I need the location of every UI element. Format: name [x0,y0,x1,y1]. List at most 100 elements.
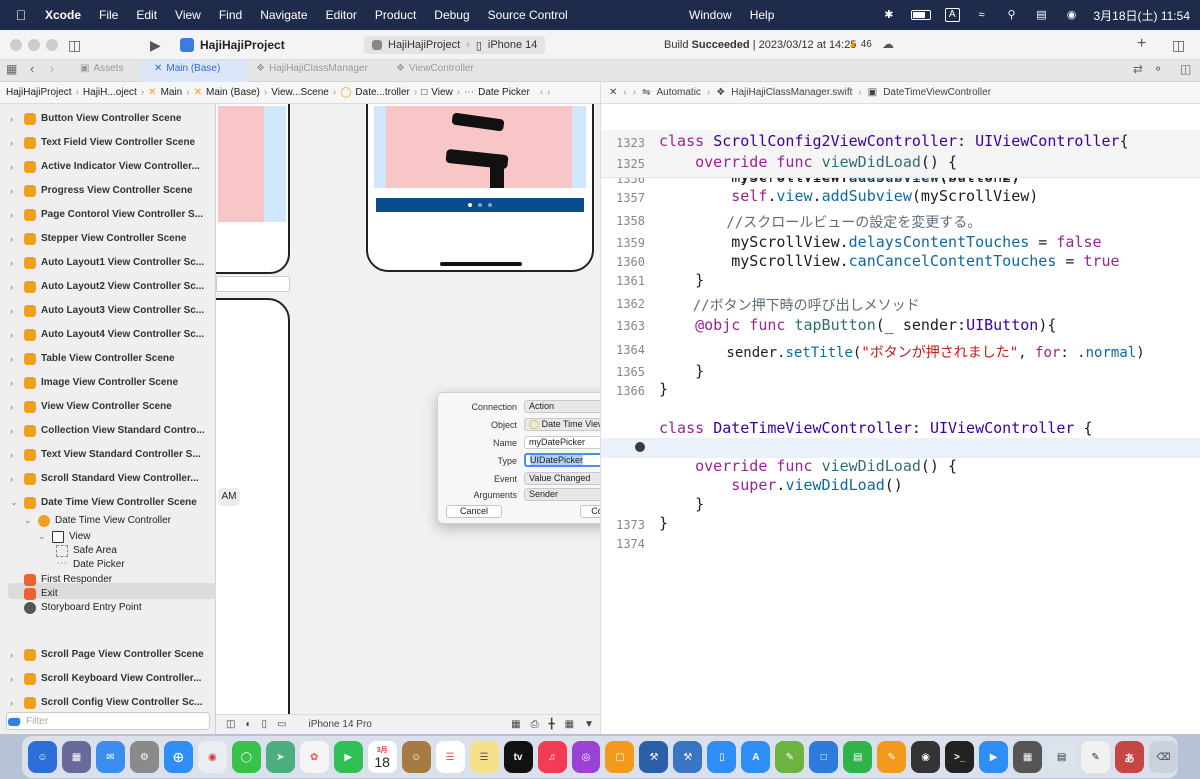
add-library-icon[interactable]: + [1137,35,1146,53]
disclosure-chevron-icon[interactable]: › [10,354,20,364]
breadcrumb-item[interactable]: Main [161,87,183,98]
scheme-selector[interactable]: HajiHajiProject › ▯ iPhone 14 [364,36,546,54]
launchpad-icon[interactable]: ▦ [61,741,91,773]
breadcrumb-item[interactable]: Date...troller [355,87,409,98]
disclosure-chevron-icon[interactable]: › [10,674,20,684]
breadcrumb-item[interactable]: View...Scene [271,87,329,98]
outline-scene-row[interactable]: › Button View Controller Scene [0,107,216,130]
terminal-icon[interactable]: >_ [945,741,975,773]
outline-scene-row[interactable]: › Scroll Keyboard View Controller... [0,667,216,690]
outline-scene-row[interactable]: › View View Controller Scene [0,395,216,418]
mail-icon[interactable]: ✉ [95,741,125,773]
editor-app-icon[interactable]: ✎ [775,741,805,773]
sidebar-toggle-icon[interactable]: ◫ [68,37,81,54]
preview-icon[interactable]: ▤ [1047,741,1077,773]
resize-handle[interactable] [288,436,290,441]
connection-target-circle[interactable] [635,442,645,452]
finder-icon[interactable]: ☺ [28,741,57,773]
podcasts-icon[interactable]: ◎ [571,741,601,773]
outline-scene-row[interactable]: › Scroll Config View Controller Sc... [0,691,216,714]
page-dot[interactable] [488,203,492,207]
xcode-icon[interactable]: ⚒ [639,741,669,773]
outline-scene-row[interactable]: › Text View Standard Controller S... [0,443,216,466]
split-editor-icon[interactable]: ◫ [1180,62,1191,76]
simulator-icon[interactable]: ▯ [707,741,737,773]
date-picker-am[interactable]: AM [218,488,240,506]
menu-edit[interactable]: Edit [127,8,166,22]
breadcrumb-item[interactable]: HajiHajiProject [6,87,72,98]
scene-phone-left[interactable] [216,104,290,274]
menu-view[interactable]: View [166,8,210,22]
siri-icon[interactable]: ◉ [1064,9,1080,21]
menu-navigate[interactable]: Navigate [251,8,316,22]
cloud-icon[interactable]: ☁ [882,37,894,51]
warning-count[interactable]: ▲ 46 [848,39,872,50]
disclosure-expanded-icon[interactable]: ⌄ [10,497,20,508]
outline-scene-row[interactable]: › Progress View Controller Scene [0,179,216,202]
photos-icon[interactable]: ✿ [299,741,329,773]
outline-scene-row[interactable]: › Page Contorol View Controller S... [0,203,216,226]
outline-scene-row[interactable]: › Text Field View Controller Scene [0,131,216,154]
minimize-window-button[interactable] [28,39,40,51]
apple-tv-icon[interactable]: tv [503,741,533,773]
menu-debug[interactable]: Debug [425,8,478,22]
disclosure-chevron-icon[interactable]: › [10,282,20,292]
disclosure-chevron-icon[interactable]: › [10,234,20,244]
outline-entry-point-row[interactable]: Storyboard Entry Point [0,596,216,619]
bluetooth-icon[interactable]: ✱ [881,9,897,21]
tab-assets[interactable]: ▣ Assets [80,63,123,74]
editor-crumb-automatic[interactable]: Automatic [656,87,700,98]
contacts-icon[interactable]: ☺ [401,741,431,773]
disclosure-chevron-icon[interactable]: › [10,698,20,708]
zoom-fit-icon[interactable]: ▦ [511,719,520,730]
input-source-indicator[interactable]: A [944,8,960,22]
forward-icon[interactable]: › [50,61,54,76]
textedit-icon[interactable]: ✎ [1081,741,1110,773]
menu-source-control[interactable]: Source Control [479,8,577,22]
disclosure-chevron-icon[interactable]: › [10,402,20,412]
outline-scene-row[interactable]: › Scroll Page View Controller Scene [0,643,216,666]
disclosure-chevron-icon[interactable]: › [10,162,20,172]
disclosure-chevron-icon[interactable]: › [10,330,20,340]
canvas-text-field[interactable] [216,276,290,292]
device-config-label[interactable]: iPhone 14 Pro [308,719,371,730]
connect-button[interactable]: Connect [580,505,600,518]
document-outline-toggle-icon[interactable]: ◫ [226,719,235,730]
outline-scene-row[interactable]: › Auto Layout2 View Controller Sc... [0,275,216,298]
numbers-icon[interactable]: ▤ [843,741,873,773]
menu-editor[interactable]: Editor [317,8,366,22]
calculator-icon[interactable]: ▦ [1013,741,1043,773]
tab-main-base[interactable]: ✕ Main (Base) [154,63,220,74]
disclosure-chevron-icon[interactable]: › [10,210,20,220]
reminders-icon[interactable]: ☰ [435,741,465,773]
disclosure-chevron-icon[interactable]: › [10,650,20,660]
menu-product[interactable]: Product [366,8,425,22]
refresh-icon[interactable]: ⇄ [1133,62,1143,76]
grid-icon[interactable]: ▦ [6,62,17,76]
github-desktop-icon[interactable]: ◉ [911,741,941,773]
object-select[interactable]: ◯ Date Time View C...⇵ [524,418,600,431]
outline-scene-row[interactable]: › Active Indicator View Controller... [0,155,216,178]
menu-file[interactable]: File [90,8,127,22]
apple-menu-icon[interactable]:  [6,7,36,23]
page-control[interactable] [376,198,584,212]
disclosure-chevron-icon[interactable]: › [10,258,20,268]
disclosure-chevron-icon[interactable]: › [10,474,20,484]
control-center-icon[interactable]: ▤ [1034,9,1050,21]
instruments-icon[interactable]: ⚒ [673,741,703,773]
keynote-icon[interactable]: □ [809,741,839,773]
outline-scene-row[interactable]: › Stepper View Controller Scene [0,227,216,250]
back-icon[interactable]: ‹ [30,61,34,76]
trash-icon[interactable]: ⌫ [1148,741,1178,773]
editor-forward-icon[interactable]: › [633,87,636,98]
menu-app-name[interactable]: Xcode [36,8,90,22]
breadcrumb-forward-icon[interactable]: › [547,87,550,98]
outline-scene-row[interactable]: › Auto Layout1 View Controller Sc... [0,251,216,274]
calendar-icon[interactable]: 3月 18 [367,741,397,773]
inspector-toggle-icon[interactable]: ◫ [1172,37,1185,54]
app-store-icon[interactable]: A [741,741,771,773]
books-icon[interactable]: ▢ [605,741,635,773]
menu-find[interactable]: Find [210,8,251,22]
notes-icon[interactable]: ☰ [469,741,499,773]
outline-filter-field[interactable]: ⚙ Filter [6,712,210,730]
